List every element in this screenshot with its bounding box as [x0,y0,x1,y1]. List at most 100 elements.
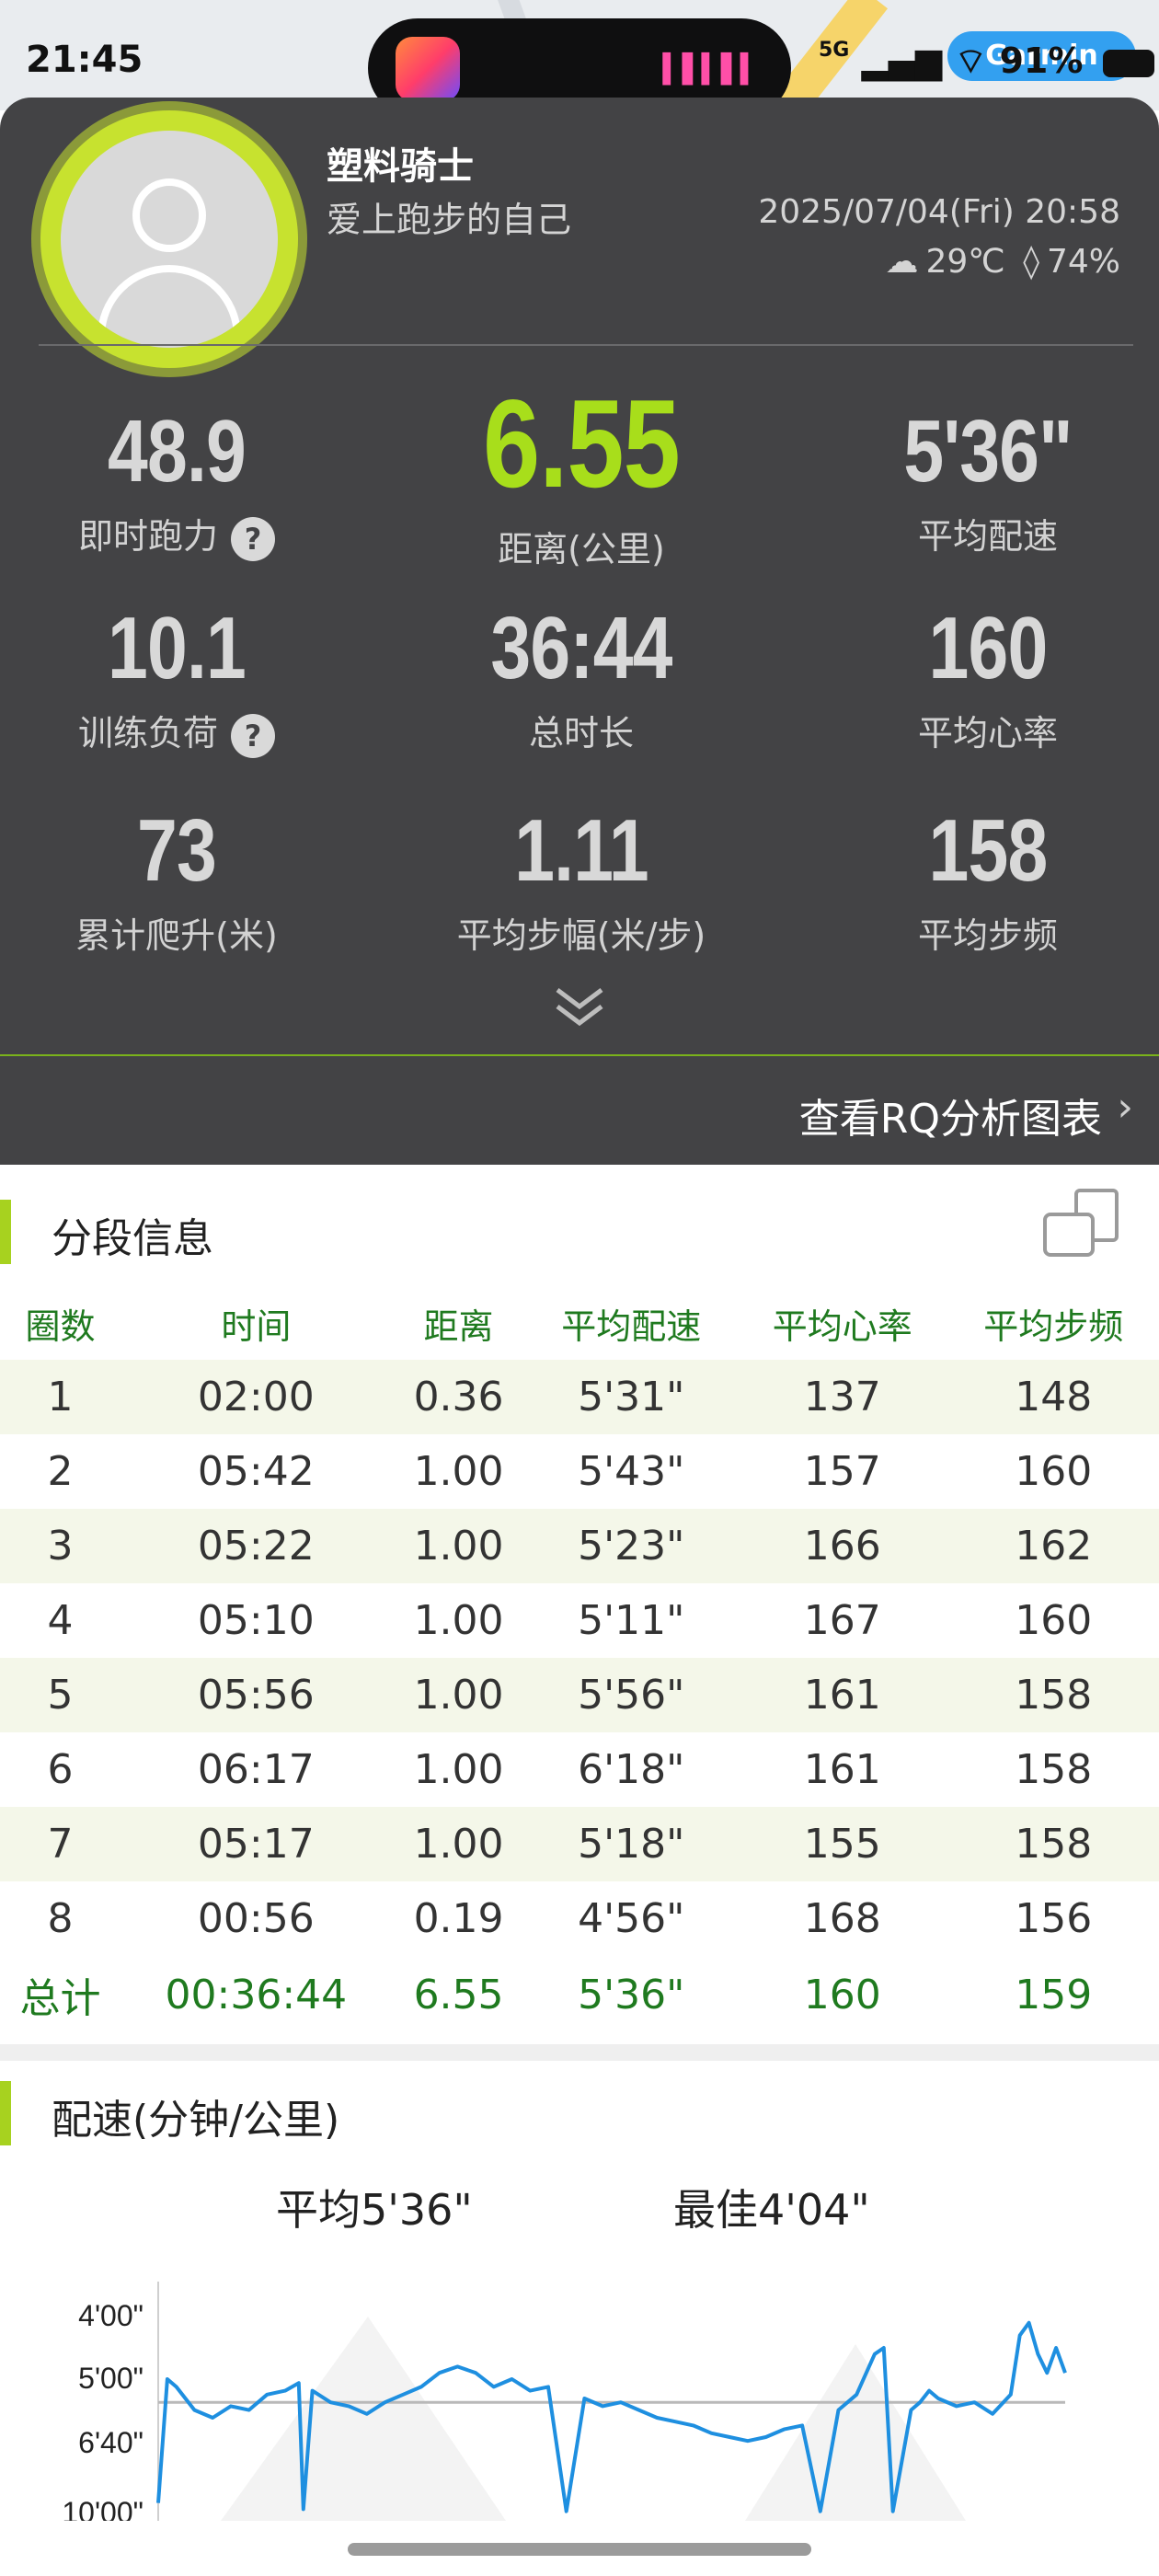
home-indicator[interactable] [348,2543,811,2556]
metric-label: 训练负荷? [2,705,351,758]
avatar [61,131,278,348]
activity-datetime: 2025/07/04(Fri) 20:58 [758,193,1120,231]
metric-value: 36:44 [490,599,672,697]
table-cell: 1.00 [391,1658,526,1732]
table-cell: 5'43" [578,1448,685,1495]
metric-label: 平均步频 [917,915,1058,956]
cloud-icon: ☁ [885,243,919,281]
table-cell: 0.19 [413,1895,504,1942]
table-cell: 5'18" [525,1807,737,1881]
column-header: 时间 [221,1305,292,1347]
table-cell: 167 [803,1597,881,1644]
metric-total-time: 36:44 总时长 [407,598,756,755]
table-cell: 161 [737,1658,948,1732]
table-cell: 158 [947,1807,1159,1881]
metric-value: 73 [137,801,217,900]
help-icon[interactable]: ? [231,713,275,758]
table-row: 7 05:17 1.00 5'18" 155 158 [0,1807,1159,1881]
metric-label: 平均步幅(米/步) [456,915,706,956]
table-cell: 02:00 [120,1360,392,1434]
table-cell: 158 [947,1658,1159,1732]
section-divider [0,2044,1159,2061]
metric-running-power: 48.9 即时跑力? [2,401,351,561]
table-cell: 7 [0,1807,121,1881]
user-motto: 爱上跑步的自己 [327,200,572,240]
table-cell: 05:42 [197,1448,315,1495]
table-cell: 1.00 [413,1597,504,1644]
divider [39,344,1133,346]
pace-best: 最佳4'04" [673,2185,870,2235]
table-cell: 6'18" [578,1746,685,1793]
pace-title: 配速(分钟/公里) [52,2097,340,2144]
table-cell: 148 [947,1360,1159,1434]
metric-label: 累计爬升(米) [75,915,278,956]
table-cell: 159 [1015,1971,1093,2018]
table-cell: 6 [47,1746,74,1793]
table-cell: 4'56" [578,1895,685,1942]
splits-section-header: 分段信息 [0,1192,1159,1266]
rq-analysis-row[interactable]: 查看RQ分析图表 › [0,1054,1159,1165]
pace-chart[interactable]: 4'00" 5'00" 6'40" 10'00" [0,2272,1159,2521]
metric-value: 160 [928,599,1049,697]
table-cell: 8 [47,1895,74,1942]
table-cell: 162 [947,1509,1159,1583]
table-cell: 160 [1015,1448,1093,1495]
table-cell: 5'31" [525,1360,737,1434]
metric-avg-heart-rate: 160 平均心率 [813,598,1159,755]
table-cell: 00:56 [197,1895,315,1942]
column-header: 平均步频 [983,1305,1124,1347]
table-cell: 3 [0,1509,121,1583]
pace-section-header: 配速(分钟/公里) [0,2074,1159,2147]
metric-label: 平均配速 [917,516,1058,557]
table-cell: 总计 [19,1975,101,2022]
table-header-row: 圈数 时间 距离 平均配速 平均心率 平均步频 [0,1286,1159,1360]
avatar-ring[interactable] [40,110,298,368]
table-row: 6 06:17 1.00 6'18" 161 158 [0,1732,1159,1807]
table-cell: 05:56 [120,1658,392,1732]
metric-value: 6.55 [483,374,681,513]
y-tick-label: 6'40" [78,2426,143,2459]
chevron-right-icon: › [1117,1084,1133,1131]
section-accent-bar [0,2081,11,2145]
table-cell: 1.00 [391,1807,526,1881]
table-cell: 1.00 [413,1746,504,1793]
weather-info: ☁ 29℃ ◊ 74% [878,243,1120,281]
table-cell: 5'11" [578,1597,685,1644]
rq-analysis-link[interactable]: 查看RQ分析图表 [799,1086,1102,1144]
table-row: 4 05:10 1.00 5'11" 167 160 [0,1583,1159,1658]
column-header: 圈数 [25,1305,96,1347]
status-icons: 5G ▂▄▆ ⌔ 91% [819,39,1154,83]
table-row: 5 05:56 1.00 5'56" 161 158 [0,1658,1159,1732]
table-row: 1 02:00 0.36 5'31" 137 148 [0,1360,1159,1434]
table-cell: 4 [47,1597,74,1644]
table-cell: 06:17 [197,1746,315,1793]
network-type: 5G [819,39,850,62]
table-cell: 137 [737,1360,948,1434]
metric-label: 平均心率 [917,713,1058,753]
table-cell: 5'23" [525,1509,737,1583]
table-cell: 156 [1015,1895,1093,1942]
temperature: 29℃ [925,243,1005,281]
music-app-icon [396,37,460,101]
battery-percent: 91% [999,40,1084,81]
metric-avg-cadence: 158 平均步频 [813,800,1159,958]
table-cell: 1.00 [391,1509,526,1583]
copy-icon[interactable] [1039,1187,1122,1260]
metric-elevation-gain: 73 累计爬升(米) [2,800,351,958]
table-total-row: 总计 00:36:44 6.55 5'36" 160 159 [0,1956,1159,2033]
table-cell: 1.00 [413,1448,504,1495]
avatar-body [98,265,241,348]
table-cell: 05:17 [120,1807,392,1881]
table-cell: 158 [1015,1746,1093,1793]
metric-label: 距离(公里) [498,529,665,569]
metric-avg-pace: 5'36" 平均配速 [813,401,1159,558]
table-row: 8 00:56 0.19 4'56" 168 156 [0,1881,1159,1956]
humidity: 74% [1046,243,1120,281]
help-icon[interactable]: ? [231,516,275,561]
table-cell: 1 [0,1360,121,1434]
table-cell: 160 [1015,1597,1093,1644]
metric-distance: 6.55 距离(公里) [407,372,756,571]
table-row: 3 05:22 1.00 5'23" 166 162 [0,1509,1159,1583]
pace-average: 平均5'36" [276,2185,473,2235]
expand-chevron-icon[interactable] [552,984,607,1030]
